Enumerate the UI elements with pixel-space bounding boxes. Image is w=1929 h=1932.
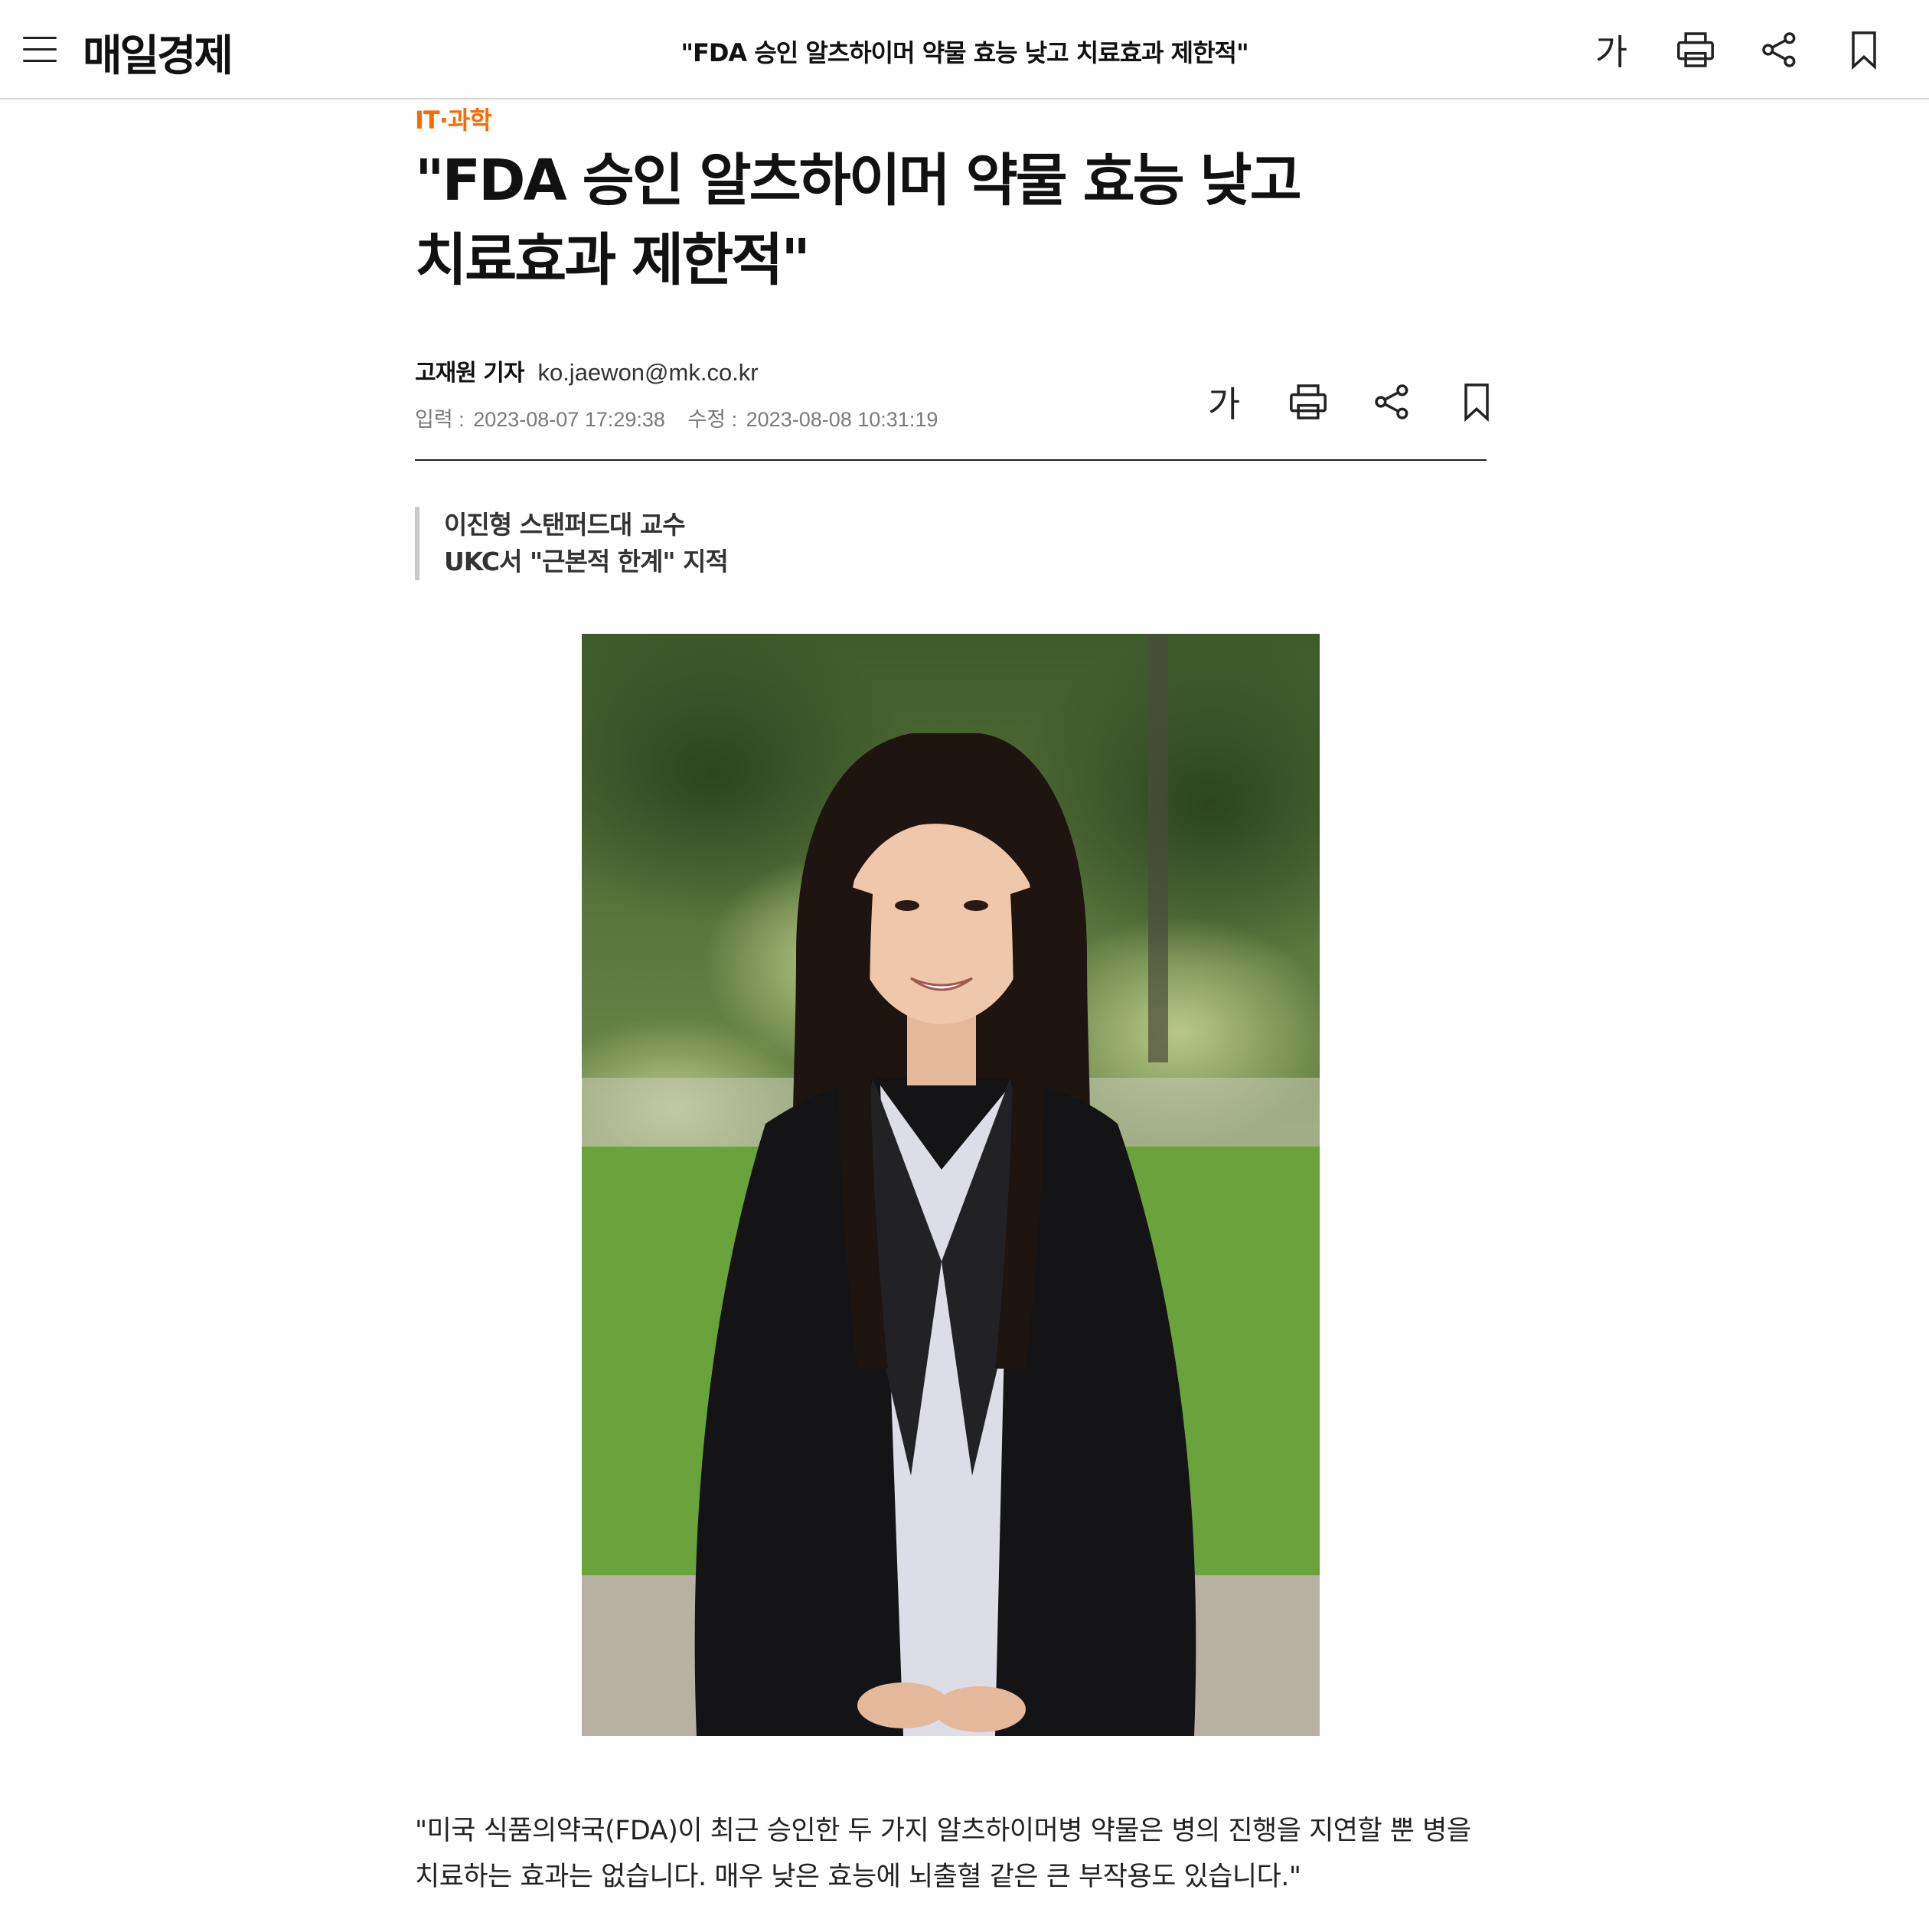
portrait-photo-illustration <box>582 634 1320 1736</box>
modified-date-label: 수정 : <box>687 408 738 431</box>
share-button[interactable] <box>1350 375 1435 429</box>
site-header: 매일경제 "FDA 승인 알츠하이머 약물 효능 낮고 치료효과 제한적" 가 <box>0 0 1929 100</box>
bookmark-button[interactable] <box>1822 23 1906 77</box>
byline-divider <box>415 459 1487 461</box>
article-subheadline: 이진형 스탠퍼드대 교수 UKC서 "근본적 한계" 지적 <box>415 507 1516 580</box>
headline-line: 치료효과 제한적" <box>415 227 811 293</box>
bookmark-button[interactable] <box>1435 375 1519 429</box>
article-toolbar: 가 <box>1182 375 1519 429</box>
print-button[interactable] <box>1653 23 1738 77</box>
article-headline: "FDA 승인 알츠하이머 약물 효능 낮고 치료효과 제한적" <box>415 141 1333 300</box>
print-icon <box>1290 384 1327 419</box>
share-button[interactable] <box>1738 23 1822 77</box>
headline-line: "FDA 승인 알츠하이머 약물 효능 낮고 <box>415 148 1302 214</box>
reporter-email[interactable]: ko.jaewon@mk.co.kr <box>537 359 758 387</box>
bookmark-icon <box>1852 31 1876 70</box>
print-icon <box>1677 32 1714 67</box>
modified-date: 2023-08-08 10:31:19 <box>746 408 938 431</box>
subheadline-line: UKC서 "근본적 한계" 지적 <box>444 547 729 576</box>
article-category[interactable]: IT·과학 <box>415 101 1487 136</box>
bookmark-icon <box>1464 383 1489 423</box>
body-line: 치료하는 효과는 없습니다. 매우 낮은 효능에 뇌출혈 같은 큰 부작용도 있… <box>415 1862 1301 1892</box>
font-size-icon: 가 <box>1594 31 1628 73</box>
reporter-name[interactable]: 고재원 기자 <box>415 354 524 387</box>
share-icon <box>1762 32 1796 67</box>
share-icon <box>1375 384 1408 419</box>
font-size-icon: 가 <box>1207 383 1241 425</box>
font-size-button[interactable]: 가 <box>1569 23 1653 77</box>
header-toolbar: 가 <box>1569 23 1906 77</box>
body-line: "미국 식품의약국(FDA)이 최근 승인한 두 가지 알츠하이머병 약물은 병… <box>415 1816 1471 1846</box>
input-date-label: 입력 : <box>415 408 465 431</box>
article-body: "미국 식품의약국(FDA)이 최근 승인한 두 가지 알츠하이머병 약물은 병… <box>415 1808 1502 1900</box>
subheadline-line: 이진형 스탠퍼드대 교수 <box>444 510 686 540</box>
article-photo[interactable] <box>582 634 1320 1736</box>
font-size-button[interactable]: 가 <box>1182 375 1266 429</box>
print-button[interactable] <box>1266 375 1350 429</box>
input-date: 2023-08-07 17:29:38 <box>473 408 665 431</box>
